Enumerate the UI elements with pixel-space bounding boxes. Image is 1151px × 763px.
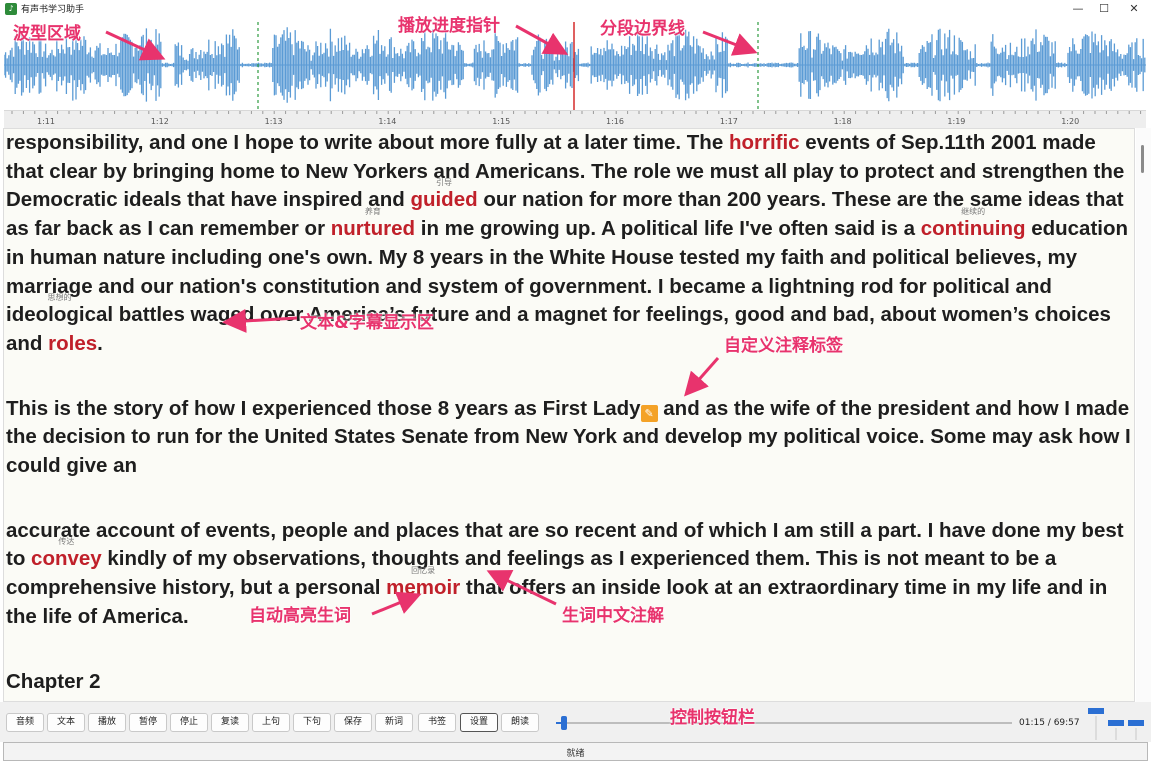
control-button-2[interactable]: 播放 (88, 713, 126, 732)
word-text: convey (31, 547, 102, 571)
time-tick-label: 1:17 (720, 117, 738, 126)
vocab-word[interactable]: guided 引导 (410, 179, 478, 215)
time-tick-label: 1:12 (151, 117, 169, 126)
text-run: in me growing up. A political life I've … (415, 217, 921, 241)
word-text: horrific (728, 131, 800, 154)
text-run: kindly of my observations, (101, 547, 372, 571)
callout-custom-tag: 自定义注释标签 (724, 336, 843, 356)
status-bar: 就绪 (3, 742, 1148, 761)
text-run: This is the story of how I experienced t… (6, 396, 641, 420)
vocab-word[interactable]: horrific (729, 129, 800, 158)
word-text: continuing (920, 217, 1026, 241)
text-run: responsibility, and one I hope to write … (6, 131, 729, 154)
playback-progress-slider[interactable] (556, 716, 1012, 730)
callout-segment: 分段边界线 (600, 19, 685, 39)
time-tick-label: 1:19 (947, 117, 965, 126)
paragraph-1: responsibility, and one I hope to write … (6, 129, 1134, 359)
waveform-panel[interactable] (4, 22, 1146, 110)
control-button-10[interactable]: 书签 (418, 713, 456, 732)
callout-waveform: 波型区域 (13, 24, 81, 44)
chinese-gloss: 继续的 (961, 207, 986, 217)
vocab-word[interactable]: memoir 回忆录 (386, 567, 461, 603)
control-button-6[interactable]: 上句 (252, 713, 290, 732)
app-icon: ♪ (5, 3, 17, 15)
time-readout: 01:15 / 69:57 (1019, 718, 1080, 728)
time-tick-label: 1:16 (606, 117, 624, 126)
paragraph-2: This is the story of how I experienced t… (6, 395, 1134, 481)
time-tick-label: 1:20 (1061, 117, 1079, 126)
control-button-12[interactable]: 朗读 (501, 713, 539, 732)
control-bar: 音频 文本 播放 暂停 停止 复读 上句 下句 保存 新词 书签 设置 朗读 01:15 / 69:57 (0, 702, 1151, 742)
control-button-3[interactable]: 暂停 (129, 713, 167, 732)
word-text: nurtured (330, 217, 416, 241)
chinese-gloss: 回忆录 (411, 566, 436, 576)
control-button-7[interactable]: 下句 (293, 713, 331, 732)
word-text: guided (410, 188, 478, 212)
title-bar: ♪ 有声书学习助手 — ☐ ✕ (0, 0, 1151, 18)
control-button-9[interactable]: 新词 (375, 713, 413, 732)
callout-auto-highlight: 自动高亮生词 (249, 606, 351, 626)
control-button-11[interactable]: 设置 (460, 713, 498, 732)
glossed-word[interactable]: ideological 思想的 (6, 294, 114, 330)
control-button-5[interactable]: 复读 (211, 713, 249, 732)
window-title: 有声书学习助手 (21, 5, 85, 15)
vocab-word[interactable]: roles (48, 330, 97, 359)
close-button[interactable]: ✕ (1116, 0, 1151, 18)
status-text: 就绪 (566, 749, 585, 759)
chinese-gloss: 传达 (58, 537, 75, 547)
vocab-word[interactable]: nurtured 养育 (330, 208, 416, 244)
callout-text-area: 文本&字幕显示区 (300, 313, 434, 333)
chapter-heading: Chapter 2 (6, 669, 101, 693)
text-run: . (97, 331, 103, 355)
time-tick-label: 1:15 (492, 117, 510, 126)
time-tick-label: 1:14 (378, 117, 396, 126)
word-text: ideological (6, 303, 114, 327)
time-tick-label: 1:18 (834, 117, 852, 126)
control-button-1[interactable]: 文本 (47, 713, 85, 732)
callout-playhead: 播放进度指针 (398, 16, 500, 36)
word-text: memoir (386, 576, 461, 600)
control-button-0[interactable]: 音频 (6, 713, 44, 732)
word-text: roles (48, 331, 98, 355)
time-ticks: 1:11 1:12 1:13 1:14 1:15 1:16 1:17 1:18 1:19 1:20 (11, 111, 1142, 126)
vocab-word[interactable]: continuing 继续的 (920, 208, 1026, 244)
time-ruler: 1:11 1:12 1:13 1:14 1:15 1:16 1:17 1:18 1:19 1:20 (4, 110, 1146, 128)
time-tick-label: 1:13 (265, 117, 283, 126)
callout-control-bar: 控制按钮栏 (670, 708, 755, 728)
waveform-graph[interactable] (4, 22, 1146, 110)
text-run: battles waged over America’s future and … (6, 303, 1111, 355)
control-button-8[interactable]: 保存 (334, 713, 372, 732)
control-button-4[interactable]: 停止 (170, 713, 208, 732)
progress-handle[interactable] (561, 716, 568, 730)
text-scrollbar[interactable] (1136, 128, 1151, 702)
custom-tag-icon[interactable]: ✎ (640, 404, 658, 422)
time-tick-label: 1:11 (37, 117, 55, 126)
chinese-gloss: 引导 (436, 178, 453, 188)
level-meter-icon[interactable] (1086, 704, 1148, 742)
vocab-word[interactable]: convey 传达 (31, 538, 102, 574)
chinese-gloss: 思想的 (47, 293, 72, 303)
callout-gloss: 生词中文注解 (562, 606, 664, 626)
scroll-thumb[interactable] (1141, 145, 1144, 173)
chinese-gloss: 养育 (364, 207, 381, 217)
